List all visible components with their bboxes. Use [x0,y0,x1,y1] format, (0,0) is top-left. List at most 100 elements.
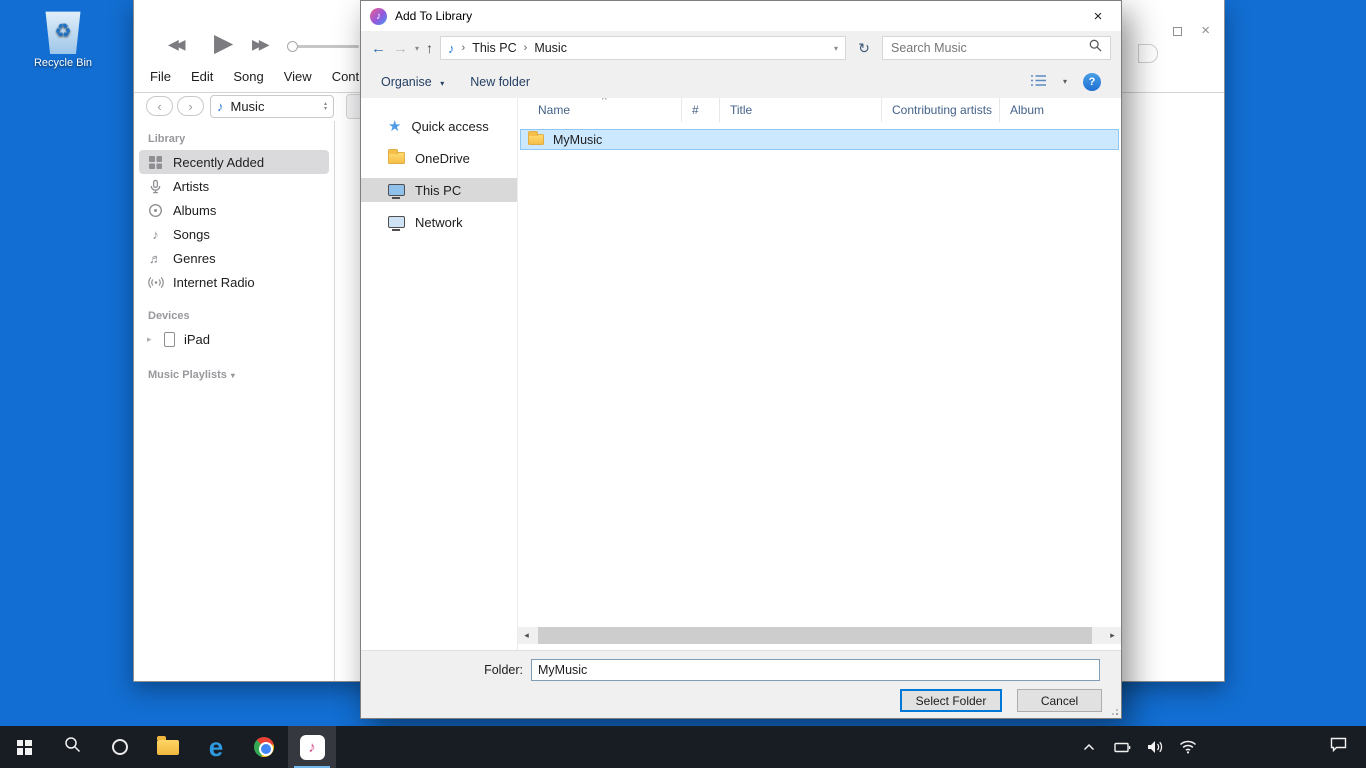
history-dropdown-icon[interactable]: ▾ [415,44,419,53]
column-header-number[interactable]: # [682,98,720,122]
onedrive-icon [388,152,405,164]
close-icon[interactable]: × [1075,1,1121,31]
scrollbar-thumb[interactable] [538,627,1092,644]
music-note-icon: ♪ [448,41,455,56]
itunes-window-controls: × [1154,26,1210,36]
action-center-button[interactable] [1310,726,1366,768]
star-icon: ★ [388,117,401,135]
resize-grip[interactable] [1116,713,1118,715]
sidebar-item-songs[interactable]: ♪ Songs [139,222,329,246]
menu-item-file[interactable]: File [150,69,171,84]
cortana-button[interactable] [96,726,144,768]
recycle-symbol-icon: ♻ [54,20,71,43]
volume-icon[interactable] [1145,726,1165,768]
volume-slider[interactable] [289,45,359,48]
sidebar-item-label: Genres [173,251,216,266]
sidebar-item-genres[interactable]: ♬ Genres [139,246,329,270]
next-track-button[interactable]: ▶▶ [252,36,266,53]
nav-item-this-pc[interactable]: This PC [361,178,517,202]
forward-icon[interactable]: → [393,40,408,57]
nav-item-network[interactable]: Network [361,210,517,234]
command-toolbar: Organise ▾ New folder ▾ ? [361,65,1121,98]
nav-item-label: Network [415,215,463,230]
play-button[interactable]: ▶ [214,28,233,58]
wifi-icon[interactable] [1178,726,1198,768]
edge-button[interactable]: e [192,726,240,768]
folder-name-input[interactable] [531,659,1100,681]
record-icon [147,203,164,218]
microphone-icon [147,179,164,194]
search-box[interactable] [882,36,1111,60]
menu-item-view[interactable]: View [284,69,312,84]
dialog-title: Add To Library [395,9,472,23]
sidebar-item-ipad[interactable]: ▸ iPad [139,327,329,351]
expander-icon[interactable]: ▸ [147,334,155,345]
volume-knob[interactable] [287,41,298,52]
refresh-icon[interactable]: ↻ [853,40,875,57]
help-icon[interactable]: ? [1083,73,1101,91]
sidebar-item-artists[interactable]: Artists [139,174,329,198]
cancel-button[interactable]: Cancel [1017,689,1102,712]
hidden-icons-chevron-icon[interactable] [1079,726,1099,768]
column-header-album[interactable]: Album [1000,98,1121,122]
start-button[interactable] [0,726,48,768]
sort-ascending-icon: ^ [602,98,607,106]
music-playlists-header[interactable]: Music Playlists ▾ [148,369,334,381]
breadcrumb[interactable]: ♪ › This PC › Music ▾ [440,36,846,60]
select-folder-button[interactable]: Select Folder [900,689,1002,712]
maximize-icon[interactable] [1173,27,1182,36]
nav-item-label: OneDrive [415,151,470,166]
address-dropdown-icon[interactable]: ▾ [834,44,838,53]
up-icon[interactable]: ↑ [426,40,433,56]
dialog-title-bar[interactable]: ♪ Add To Library × [361,1,1121,31]
itunes-back-button[interactable]: ‹ [146,96,173,116]
nav-item-label: This PC [415,183,461,198]
itunes-forward-button[interactable]: › [177,96,204,116]
sidebar-item-label: Recently Added [173,155,264,170]
menu-item-song[interactable]: Song [233,69,263,84]
column-header-contributing-artists[interactable]: Contributing artists [882,98,1000,122]
scroll-left-icon[interactable]: ◂ [518,627,535,644]
view-details-icon[interactable] [1030,74,1047,90]
breadcrumb-this-pc[interactable]: This PC [472,41,516,55]
ipad-icon [164,332,175,347]
sidebar-item-albums[interactable]: Albums [139,198,329,222]
recycle-bin[interactable]: ♻ Recycle Bin [28,8,98,69]
previous-track-button[interactable]: ◀◀ [168,36,182,53]
stepper-icon[interactable]: ▴▾ [324,102,327,112]
horizontal-scrollbar[interactable]: ◂ ▸ [518,627,1121,644]
folder-icon [528,134,544,145]
column-header-title[interactable]: Title [720,98,882,122]
search-icon[interactable] [1089,39,1102,57]
back-icon[interactable]: ← [371,40,386,57]
navigation-pane: ★ Quick access OneDrive This PC Network [361,98,517,650]
column-header-name[interactable]: ^ Name [518,98,682,122]
menu-item-edit[interactable]: Edit [191,69,213,84]
nav-item-onedrive[interactable]: OneDrive [361,146,517,170]
scroll-right-icon[interactable]: ▸ [1104,627,1121,644]
taskbar-search-button[interactable] [48,726,96,768]
organise-button[interactable]: Organise ▾ [381,75,444,89]
cortana-icon [112,739,128,755]
nav-item-quick-access[interactable]: ★ Quick access [361,114,517,138]
edge-icon: e [209,734,223,760]
new-folder-button[interactable]: New folder [470,75,530,89]
itunes-taskbar-button[interactable]: ♪ [288,726,336,768]
file-row-mymusic[interactable]: MyMusic [520,129,1119,150]
file-explorer-button[interactable] [144,726,192,768]
search-input[interactable] [891,41,1083,55]
battery-icon[interactable] [1112,726,1132,768]
broadcast-icon [147,275,164,290]
chrome-button[interactable] [240,726,288,768]
media-source-picker[interactable]: ♪ Music ▴▾ [210,95,334,118]
breadcrumb-music[interactable]: Music [534,41,567,55]
close-icon[interactable]: × [1201,26,1210,36]
file-name: MyMusic [553,133,602,147]
search-icon [64,736,81,758]
sidebar-item-internet-radio[interactable]: Internet Radio [139,270,329,294]
view-dropdown-icon[interactable]: ▾ [1063,77,1067,86]
chevron-right-icon: › [462,42,466,54]
sidebar-item-recently-added[interactable]: Recently Added [139,150,329,174]
itunes-app-icon: ♪ [370,8,387,25]
system-tray [1079,726,1198,768]
